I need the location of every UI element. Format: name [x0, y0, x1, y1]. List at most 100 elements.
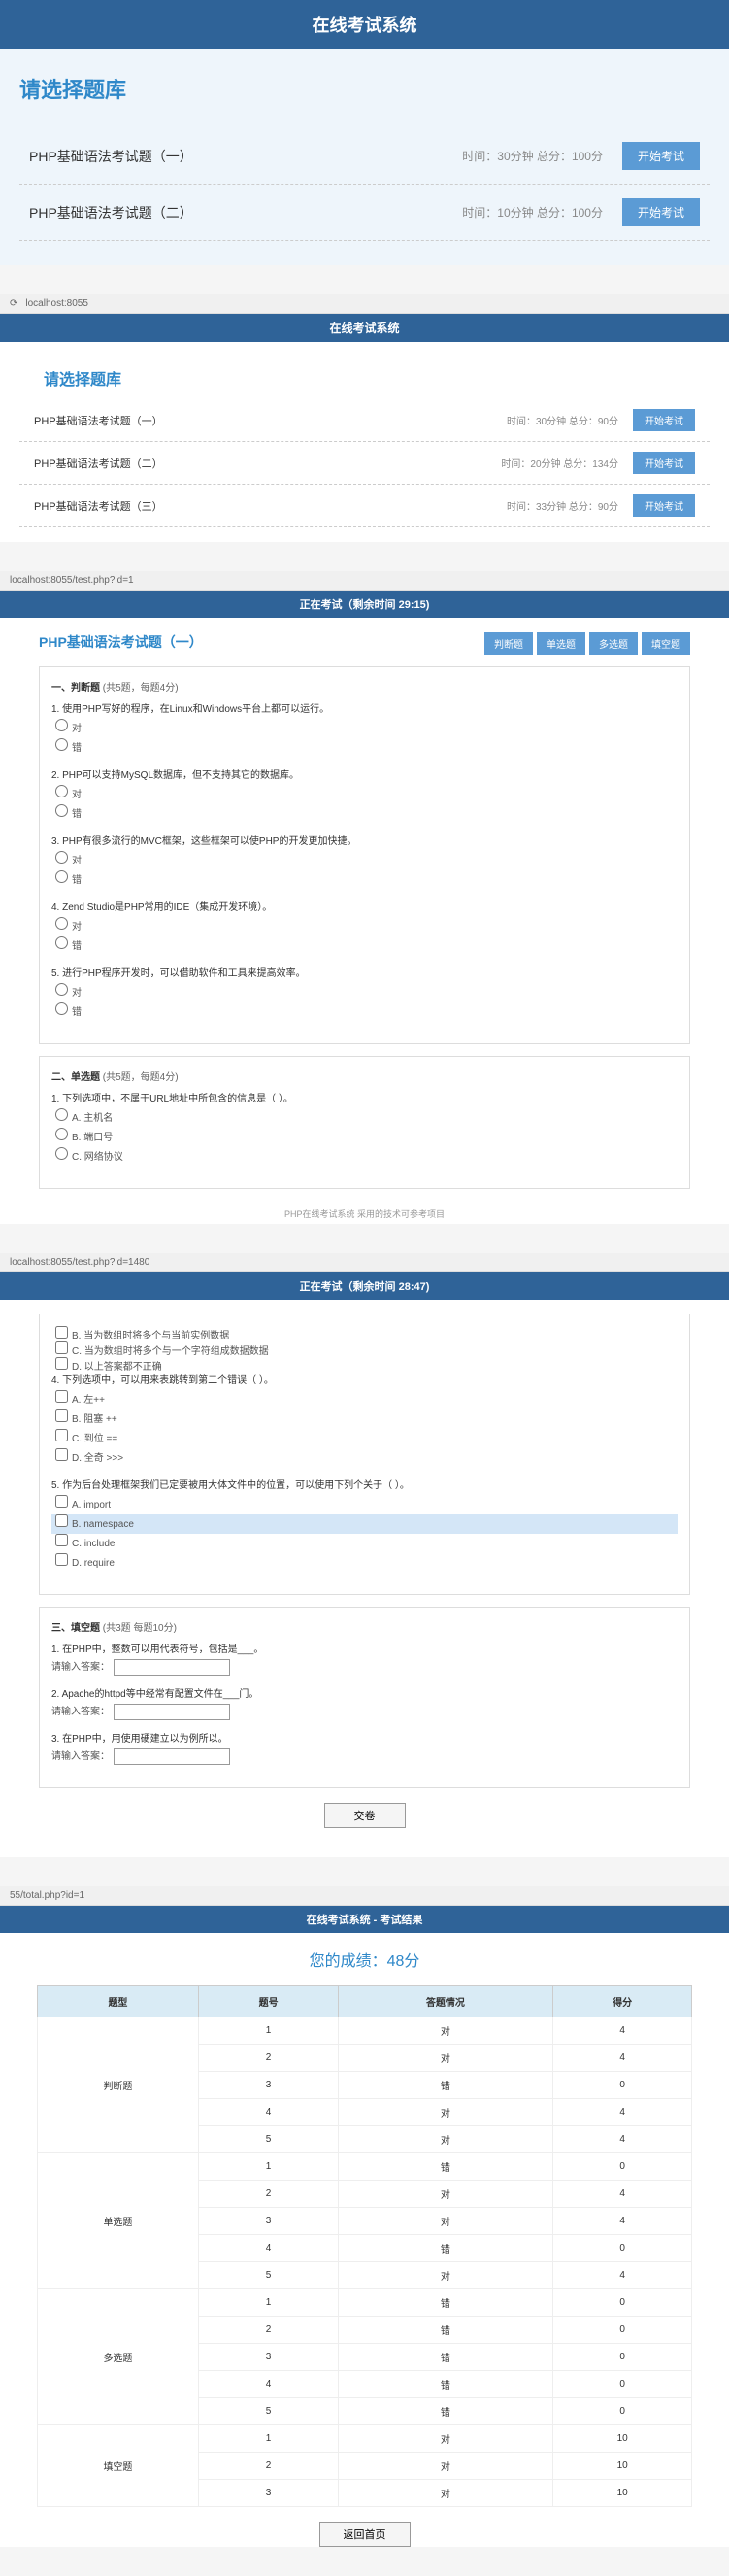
question-text: 4. 下列选项中，可以用来表跳转到第二个错误（ ）。 [51, 1373, 678, 1390]
section-title: 二、单选题 (共5题，每题4分) [51, 1068, 678, 1083]
option[interactable]: A. 主机名 [51, 1108, 678, 1128]
checkbox-input[interactable] [55, 1326, 68, 1339]
checkbox-input[interactable] [55, 1357, 68, 1370]
option[interactable]: 对 [51, 851, 678, 870]
cell-num: 1 [199, 2289, 339, 2317]
radio-input[interactable] [55, 804, 68, 817]
option[interactable]: B. 端口号 [51, 1128, 678, 1147]
start-button[interactable]: 开始考试 [622, 198, 700, 226]
option[interactable]: 错 [51, 870, 678, 890]
option[interactable]: D. require [51, 1553, 678, 1573]
result-header: 在线考试系统 - 考试结果 [0, 1906, 729, 1933]
cell-status: 错 [338, 2317, 552, 2344]
nav-tab[interactable]: 单选题 [537, 632, 585, 655]
exam-body: B. 当为数组时将多个与当前实例数据C. 当为数组时将多个与一个字符组成数据数据… [24, 1300, 705, 1857]
fill-input[interactable] [114, 1748, 230, 1765]
option[interactable]: A. 左++ [51, 1390, 678, 1409]
radio-input[interactable] [55, 1128, 68, 1140]
radio-input[interactable] [55, 870, 68, 883]
option[interactable]: 对 [51, 719, 678, 738]
start-button[interactable]: 开始考试 [633, 409, 695, 431]
checkbox-input[interactable] [55, 1409, 68, 1422]
radio-input[interactable] [55, 851, 68, 864]
nav-tab[interactable]: 判断题 [484, 632, 533, 655]
cell-num: 1 [199, 2425, 339, 2453]
reload-icon[interactable]: ⟳ [10, 298, 17, 309]
option[interactable]: 错 [51, 936, 678, 956]
radio-input[interactable] [55, 1108, 68, 1121]
radio-input[interactable] [55, 983, 68, 996]
exam-timer-header: 正在考试（剩余时间 29:15) [0, 591, 729, 618]
radio-input[interactable] [55, 917, 68, 930]
option[interactable]: 错 [51, 738, 678, 758]
option[interactable]: C. include [51, 1534, 678, 1553]
checkbox-input[interactable] [55, 1495, 68, 1508]
fill-input[interactable] [114, 1704, 230, 1720]
cell-score: 10 [552, 2453, 692, 2480]
option[interactable]: B. namespace [51, 1514, 678, 1534]
option[interactable]: B. 当为数组时将多个与当前实例数据 [51, 1326, 678, 1341]
checkbox-input[interactable] [55, 1514, 68, 1527]
question: 4. 下列选项中，可以用来表跳转到第二个错误（ ）。 A. 左++B. 阻塞 +… [51, 1373, 678, 1468]
option[interactable]: C. 网络协议 [51, 1147, 678, 1167]
cell-status: 错 [338, 2289, 552, 2317]
submit-button[interactable]: 交卷 [324, 1803, 406, 1828]
cell-num: 2 [199, 2045, 339, 2072]
section-continue: B. 当为数组时将多个与当前实例数据C. 当为数组时将多个与一个字符组成数据数据… [39, 1314, 690, 1595]
header-title: 在线考试系统 [0, 314, 729, 342]
radio-input[interactable] [55, 738, 68, 751]
exam-meta: 时间：33分钟 总分：90分 [507, 498, 618, 513]
cell-score: 0 [552, 2153, 692, 2181]
radio-input[interactable] [55, 719, 68, 731]
url-text: localhost:8055 [25, 298, 88, 309]
start-button[interactable]: 开始考试 [622, 142, 700, 170]
radio-input[interactable] [55, 1002, 68, 1015]
table-row: 判断题 1 对 4 [37, 2017, 692, 2045]
question: 5. 进行PHP程序开发时，可以借助软件和工具来提高效率。对错 [51, 966, 678, 1022]
cell-num: 5 [199, 2398, 339, 2425]
cell-num: 4 [199, 2371, 339, 2398]
radio-input[interactable] [55, 936, 68, 949]
option[interactable]: D. 全奇 >>> [51, 1448, 678, 1468]
checkbox-input[interactable] [55, 1390, 68, 1403]
screen-test-2: localhost:8055/test.php?id=1480 正在考试（剩余时… [0, 1253, 729, 1857]
option[interactable]: 错 [51, 1002, 678, 1022]
back-button[interactable]: 返回首页 [319, 2522, 411, 2547]
cell-status: 对 [338, 2045, 552, 2072]
option[interactable]: B. 阻塞 ++ [51, 1409, 678, 1429]
option[interactable]: 对 [51, 785, 678, 804]
exam-row: PHP基础语法考试题（一） 时间：30分钟 总分：100分 开始考试 [19, 128, 710, 185]
question: 4. Zend Studio是PHP常用的IDE（集成开发环境）。对错 [51, 899, 678, 956]
checkbox-input[interactable] [55, 1341, 68, 1354]
checkbox-input[interactable] [55, 1534, 68, 1546]
fill-label: 请输入答案： [51, 1751, 110, 1762]
cell-num: 3 [199, 2344, 339, 2371]
option[interactable]: 对 [51, 917, 678, 936]
start-button[interactable]: 开始考试 [633, 452, 695, 474]
option[interactable]: D. 以上答案都不正确 [51, 1357, 678, 1373]
exam-row: PHP基础语法考试题（一） 时间：30分钟 总分：90分 开始考试 [19, 399, 710, 442]
start-button[interactable]: 开始考试 [633, 494, 695, 517]
nav-tab[interactable]: 填空题 [642, 632, 690, 655]
option[interactable]: 对 [51, 983, 678, 1002]
question-text: 3. PHP有很多流行的MVC框架，这些框架可以使PHP的开发更加快捷。 [51, 833, 678, 851]
cell-score: 4 [552, 2181, 692, 2208]
checkbox-input[interactable] [55, 1448, 68, 1461]
fill-input[interactable] [114, 1659, 230, 1676]
screen-test-1: localhost:8055/test.php?id=1 正在考试（剩余时间 2… [0, 571, 729, 1224]
checkbox-input[interactable] [55, 1553, 68, 1566]
exam-row: PHP基础语法考试题（二） 时间：10分钟 总分：100分 开始考试 [19, 185, 710, 241]
option[interactable]: C. 当为数组时将多个与一个字符组成数据数据 [51, 1341, 678, 1357]
cell-type: 填空题 [37, 2425, 199, 2507]
radio-input[interactable] [55, 1147, 68, 1160]
nav-tab[interactable]: 多选题 [589, 632, 638, 655]
table-header: 题型 [37, 1986, 199, 2017]
radio-input[interactable] [55, 785, 68, 797]
address-bar: localhost:8055/test.php?id=1 [0, 571, 729, 591]
cell-status: 错 [338, 2153, 552, 2181]
option[interactable]: A. import [51, 1495, 678, 1514]
option[interactable]: C. 到位 == [51, 1429, 678, 1448]
checkbox-input[interactable] [55, 1429, 68, 1441]
option[interactable]: 错 [51, 804, 678, 824]
cell-status: 对 [338, 2480, 552, 2507]
